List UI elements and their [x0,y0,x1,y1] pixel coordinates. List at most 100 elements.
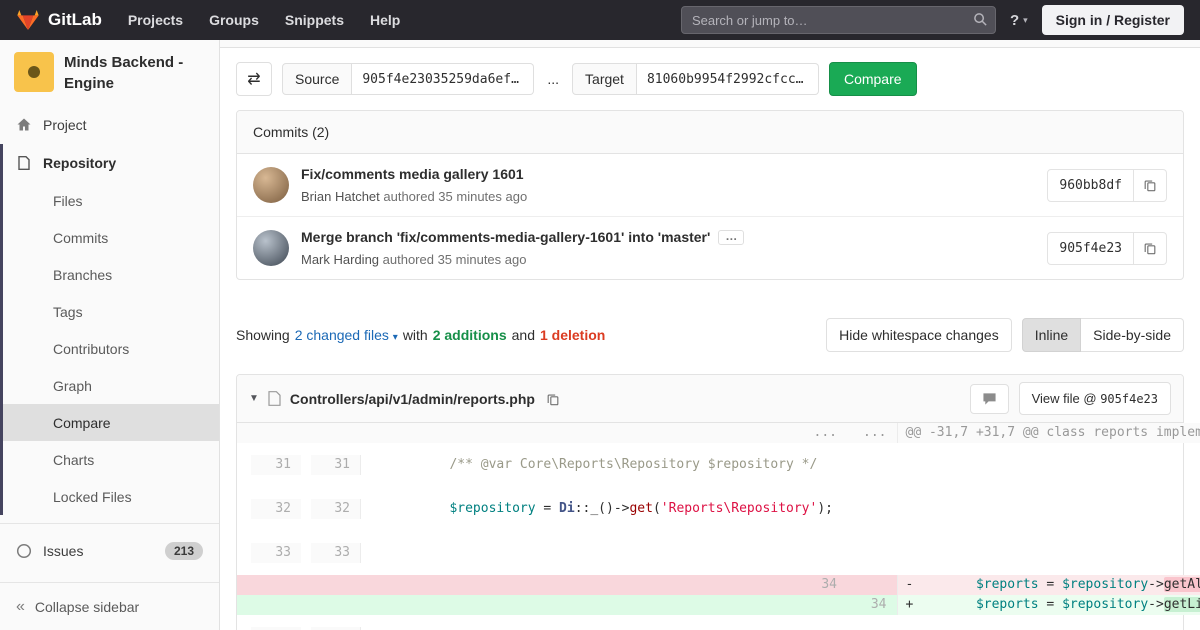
new-line-number[interactable]: 34 [847,595,898,615]
copy-file-path-button[interactable] [544,390,562,408]
help-dropdown[interactable]: ? ▾ [1010,12,1028,29]
sidebar: Minds Backend - Engine Project Repositor… [0,40,220,630]
diff-summary: Showing 2 changed files ▾ with 2 additio… [236,318,1184,352]
old-line-number[interactable] [237,595,847,615]
sidebar-item-commits[interactable]: Commits [3,219,219,256]
nav-projects[interactable]: Projects [128,12,183,28]
source-label: Source [282,63,353,95]
sidebar-item-locked-files[interactable]: Locked Files [3,478,219,515]
file-icon [268,391,281,406]
old-line-number[interactable]: 33 [251,543,301,563]
logo-text: GitLab [48,10,102,29]
copy-sha-button[interactable] [1134,231,1167,265]
old-line-number[interactable]: 31 [251,455,301,475]
sidebar-item-repository[interactable]: Repository [3,144,219,182]
file-path-link[interactable]: Controllers/api/v1/admin/reports.php [290,391,535,407]
target-input[interactable] [636,63,819,95]
code-token: $reports [975,597,1039,612]
compare-page: ⇄ Source ... Target Compare Commits (2) … [220,48,1200,630]
target-input-group: Target [572,63,819,95]
commits-header: Commits (2) [237,111,1183,154]
new-line-number[interactable] [847,575,898,595]
diff-row: 31 31 /** @var Core\Reports\Repository $r… [237,443,847,487]
view-file-button[interactable]: View file @ 905f4e23 [1018,382,1171,415]
sidebar-item-files[interactable]: Files [3,182,219,219]
diff-stats: Showing 2 changed files ▾ with 2 additio… [236,327,605,343]
code-cell: + $reports = $repository->getList([ [897,595,1200,615]
compare-button[interactable]: Compare [828,62,917,96]
sign-in-register-button[interactable]: Sign in / Register [1041,5,1184,35]
inline-view-button[interactable]: Inline [1021,318,1082,352]
commit-title-link[interactable]: Fix/comments media gallery 1601 [301,166,524,182]
project-context[interactable]: Minds Backend - Engine [0,40,219,106]
source-input-group: Source [282,63,535,95]
commit-title-link[interactable]: Merge branch 'fix/comments-media-gallery… [301,229,710,245]
commit-author-link[interactable]: Brian Hatchet [301,189,380,204]
side-by-side-view-button[interactable]: Side-by-side [1081,318,1184,352]
diff-view-controls: Hide whitespace changes Inline Side-by-s… [826,318,1184,352]
diff-file-actions: View file @ 905f4e23 [969,382,1171,415]
code-token: getList [1163,597,1200,612]
sidebar-item-contributors[interactable]: Contributors [3,330,219,367]
copy-icon [547,393,559,405]
sidebar-item-branches[interactable]: Branches [3,256,219,293]
nav-help[interactable]: Help [370,12,400,28]
code-token: $reports [975,577,1039,592]
old-line-number[interactable]: 32 [251,499,301,519]
collapse-sidebar-button[interactable]: « Collapse sidebar [0,582,219,630]
code-token: -> [1148,577,1164,592]
commit-author-link[interactable]: Mark Harding [301,252,379,267]
code-token: = [1038,597,1063,612]
code-token: get [629,501,653,516]
code-token: $repository [449,501,536,516]
hide-whitespace-button[interactable]: Hide whitespace changes [826,318,1012,352]
navbar-right: ? ▾ Sign in / Register [680,5,1184,35]
view-file-label: View file @ [1031,391,1097,406]
swap-icon: ⇄ [247,71,261,88]
collapse-diff-caret[interactable]: ▼ [249,393,259,404]
deletions-count: 1 deletion [539,327,606,343]
comment-button[interactable] [969,383,1009,414]
code-token: - [905,577,976,592]
code-token: ); [817,501,833,516]
diff-row: 32 32 $repository = Di::_()->get('Reports… [237,487,847,531]
changed-files-label: 2 changed files [294,327,389,343]
diff-table: ...... @@ -31,7 +31,7 @@ class reports im… [237,423,1200,630]
top-navbar: GitLab Projects Groups Snippets Help ? ▾… [0,0,1200,40]
gitlab-logo[interactable]: GitLab [16,8,102,32]
sidebar-item-issues[interactable]: Issues 213 [0,532,219,570]
changed-files-dropdown[interactable]: 2 changed files ▾ [295,327,398,343]
swap-revisions-button[interactable]: ⇄ [236,62,272,96]
nav-groups[interactable]: Groups [209,12,259,28]
code-token: @@ -31,7 +31,7 @@ class reports implemen… [905,425,1200,440]
issues-count-badge: 213 [164,542,203,560]
sidebar-divider [0,523,219,524]
diff-file-header: ▼ Controllers/api/v1/admin/reports.php V… [237,375,1183,423]
new-line-number[interactable]: ... [847,423,898,443]
sidebar-item-compare[interactable]: Compare [3,404,219,441]
main-content: Minds › Minds Backend - Engine › Compare… [220,0,1200,630]
sidebar-item-label: Repository [43,155,117,171]
old-line-number[interactable]: ... [237,423,847,443]
nav-snippets[interactable]: Snippets [285,12,344,28]
and-label: and [511,327,535,343]
old-line-number[interactable]: 34 [237,575,847,595]
sidebar-item-charts[interactable]: Charts [3,441,219,478]
new-line-number[interactable]: 31 [311,455,361,475]
sidebar-item-tags[interactable]: Tags [3,293,219,330]
commit-sha[interactable]: 905f4e23 [1047,231,1134,265]
search-input[interactable] [680,6,996,34]
expand-commit-message-button[interactable]: … [718,230,745,246]
repository-icon [18,156,30,170]
diff-row: 34+ $reports = $repository->getList([ [237,595,1200,615]
code-token: ( [652,501,661,516]
sidebar-item-graph[interactable]: Graph [3,367,219,404]
copy-sha-button[interactable] [1134,168,1167,202]
new-line-number[interactable]: 32 [311,499,361,519]
source-input[interactable] [352,63,535,95]
new-line-number[interactable]: 33 [311,543,361,563]
search-icon[interactable] [973,12,988,27]
commit-sha[interactable]: 960bb8df [1047,168,1134,202]
collapse-icon: « [16,597,25,615]
sidebar-item-project[interactable]: Project [0,106,219,144]
